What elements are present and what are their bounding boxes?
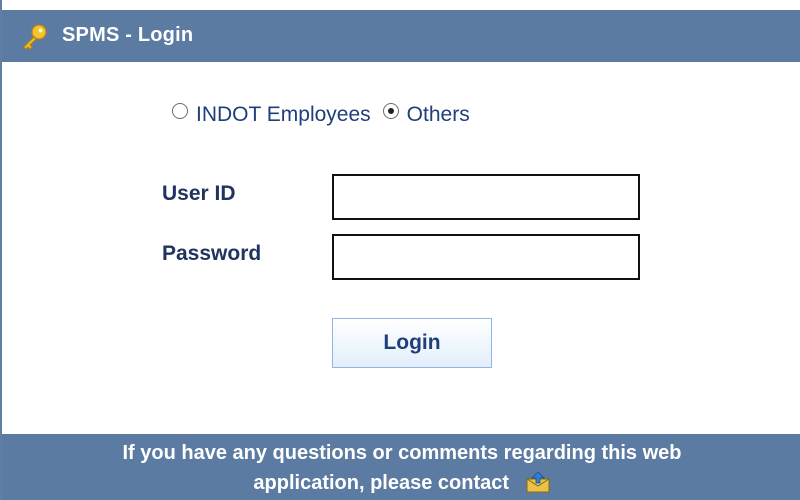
footer-text-line2: application, please contact — [253, 472, 510, 494]
radio-indot-employees[interactable] — [172, 103, 188, 119]
user-id-input[interactable] — [332, 174, 640, 220]
user-id-label: User ID — [162, 182, 236, 205]
panel-header: SPMS - Login — [2, 10, 800, 62]
login-button[interactable]: Login — [332, 318, 492, 368]
footer-text-line2-wrap: application, please contact — [2, 471, 800, 495]
login-panel: SPMS - Login INDOT Employees Others User… — [0, 0, 800, 500]
page-title: SPMS - Login — [62, 24, 194, 46]
radio-others[interactable] — [382, 103, 399, 119]
footer: If you have any questions or comments re… — [2, 434, 800, 500]
key-icon — [23, 24, 47, 50]
contact-mail-icon[interactable] — [525, 471, 551, 493]
user-type-selector: INDOT Employees Others — [172, 100, 482, 130]
radio-label-indot-employees[interactable]: INDOT Employees — [196, 103, 371, 127]
radio-label-others[interactable]: Others — [407, 103, 470, 127]
password-label: Password — [162, 242, 262, 265]
password-input[interactable] — [332, 234, 640, 280]
radio-selected-dot — [387, 108, 394, 114]
footer-text-line1: If you have any questions or comments re… — [122, 442, 682, 464]
